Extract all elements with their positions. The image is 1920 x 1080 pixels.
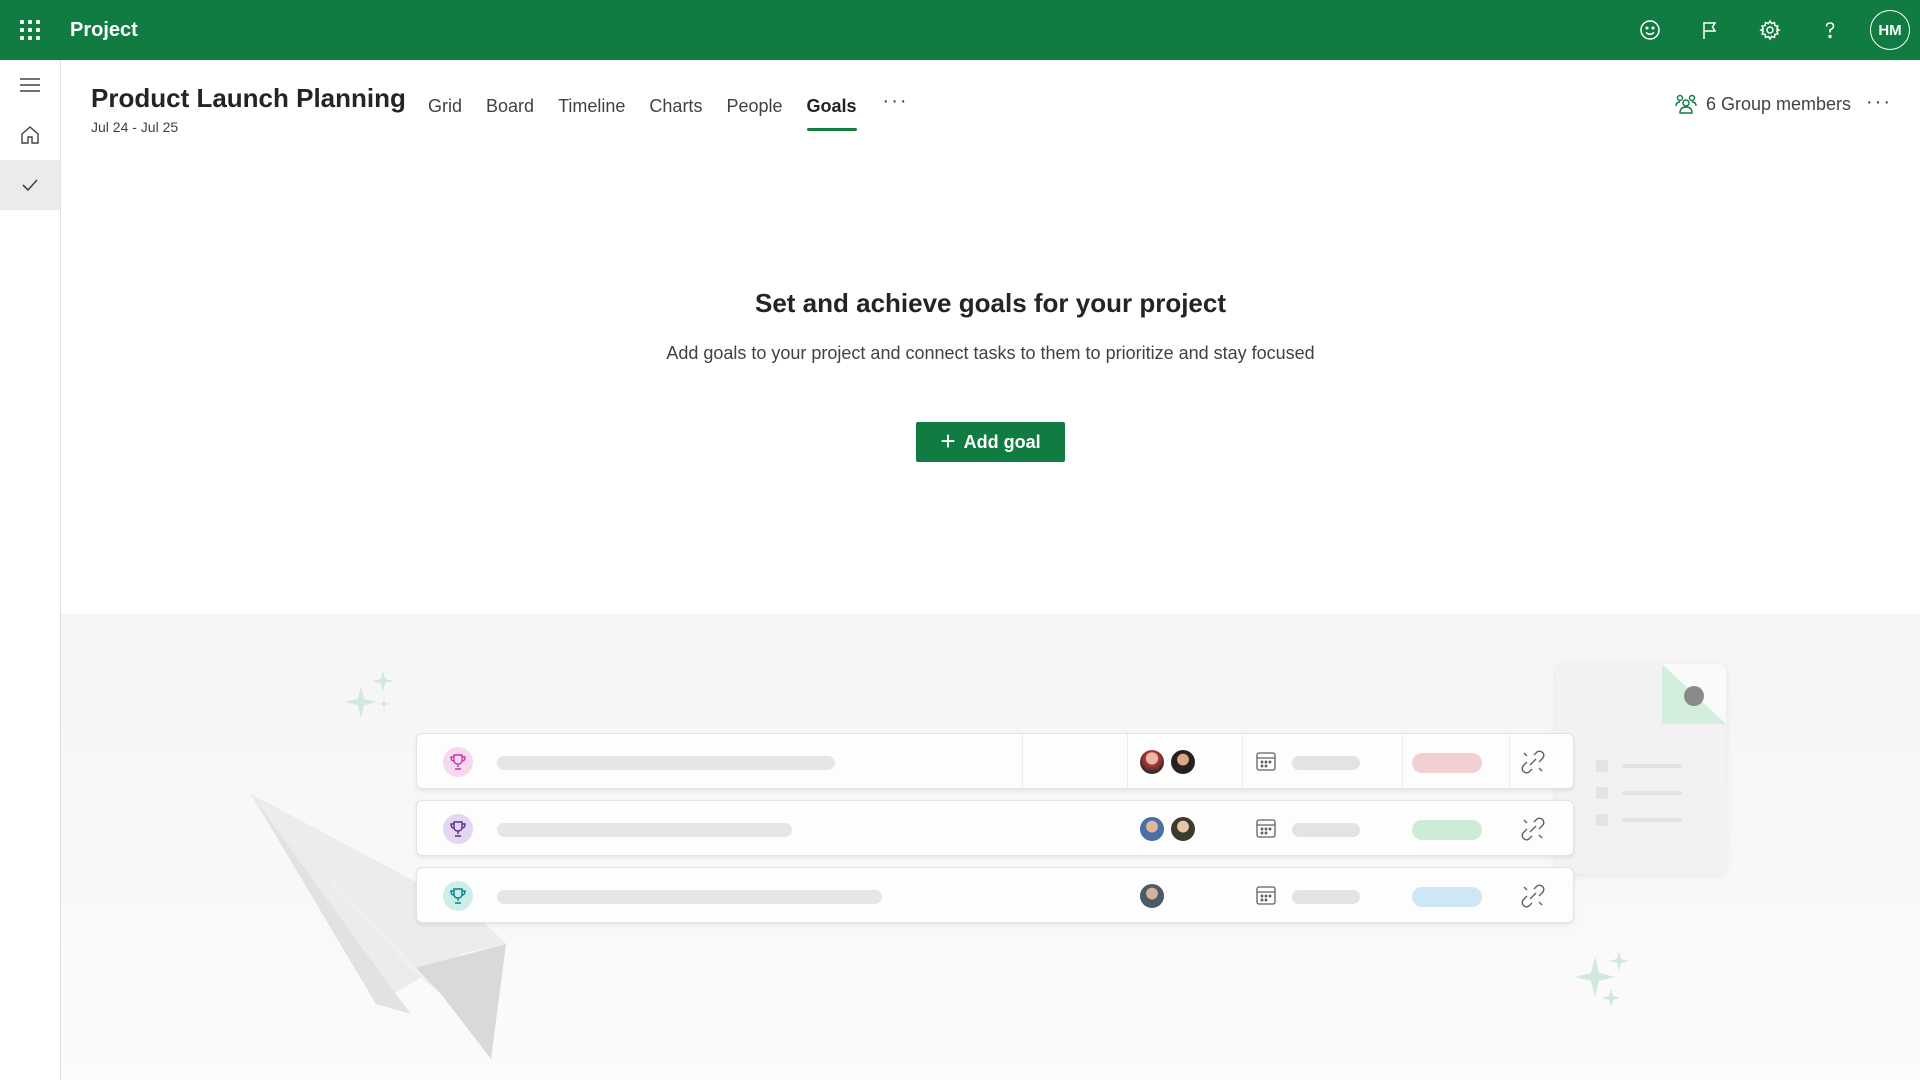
trophy-icon (443, 881, 473, 911)
project-more-button[interactable]: ··· (1866, 91, 1892, 114)
project-title[interactable]: Product Launch Planning (91, 83, 406, 114)
hamburger-icon (20, 78, 40, 92)
empty-state-title: Set and achieve goals for your project (754, 288, 1227, 318)
left-rail (0, 60, 61, 1080)
sparkle-icon (1575, 951, 1629, 1007)
project-dates: Jul 24 - Jul 25 (91, 119, 179, 135)
waffle-icon (20, 20, 40, 40)
tab-people[interactable]: People (714, 86, 794, 136)
trophy-icon (443, 747, 473, 777)
smiley-icon (1640, 20, 1660, 40)
sparkle-icon (345, 670, 394, 718)
home-button[interactable] (0, 110, 60, 160)
tab-grid[interactable]: Grid (416, 86, 474, 136)
goal-placeholder-row (416, 867, 1574, 923)
tab-goals[interactable]: Goals (795, 86, 869, 136)
calendar-icon (1256, 819, 1276, 838)
avatar (1169, 748, 1197, 776)
settings-button[interactable] (1740, 0, 1800, 60)
more-views-button[interactable]: ··· (869, 86, 923, 113)
avatar (1138, 815, 1166, 843)
people-group-icon (1675, 94, 1697, 114)
avatar (1138, 748, 1166, 776)
add-goal-button[interactable]: + Add goal (916, 422, 1065, 462)
goals-illustration (61, 614, 1920, 1080)
link-icon (1521, 884, 1545, 908)
user-avatar[interactable]: HM (1870, 10, 1910, 50)
home-icon (21, 126, 39, 144)
document-card (1556, 664, 1726, 874)
calendar-icon (1256, 752, 1276, 771)
tab-timeline[interactable]: Timeline (546, 86, 637, 136)
avatar (1138, 882, 1166, 910)
empty-state-description: Add goals to your project and connect ta… (666, 343, 1315, 363)
feedback-button[interactable] (1620, 0, 1680, 60)
calendar-icon (1256, 886, 1276, 905)
gear-icon (1759, 19, 1781, 41)
app-launcher-button[interactable] (0, 0, 60, 60)
link-icon (1521, 750, 1545, 774)
app-name[interactable]: Project (70, 19, 138, 42)
tab-charts[interactable]: Charts (637, 86, 714, 136)
goal-placeholder-row (416, 800, 1574, 856)
help-button[interactable] (1800, 0, 1860, 60)
app-header: Project HM (0, 0, 1920, 60)
checkmark-icon (22, 179, 38, 192)
tasks-button[interactable] (0, 160, 60, 210)
link-icon (1521, 817, 1545, 841)
group-members-label: 6 Group members (1705, 93, 1851, 114)
goal-placeholder-row (416, 733, 1574, 790)
tab-board[interactable]: Board (474, 86, 546, 136)
group-members-button[interactable]: 6 Group members (1674, 92, 1851, 116)
avatar (1169, 815, 1197, 843)
view-tabs: Grid Board Timeline Charts People Goals … (416, 86, 923, 136)
plus-icon: + (940, 426, 956, 456)
flag-button[interactable] (1680, 0, 1740, 60)
trophy-icon (443, 814, 473, 844)
flag-icon (1703, 22, 1717, 39)
add-goal-label: Add goal (963, 431, 1041, 452)
question-icon (1825, 22, 1835, 39)
menu-toggle-button[interactable] (0, 60, 60, 110)
